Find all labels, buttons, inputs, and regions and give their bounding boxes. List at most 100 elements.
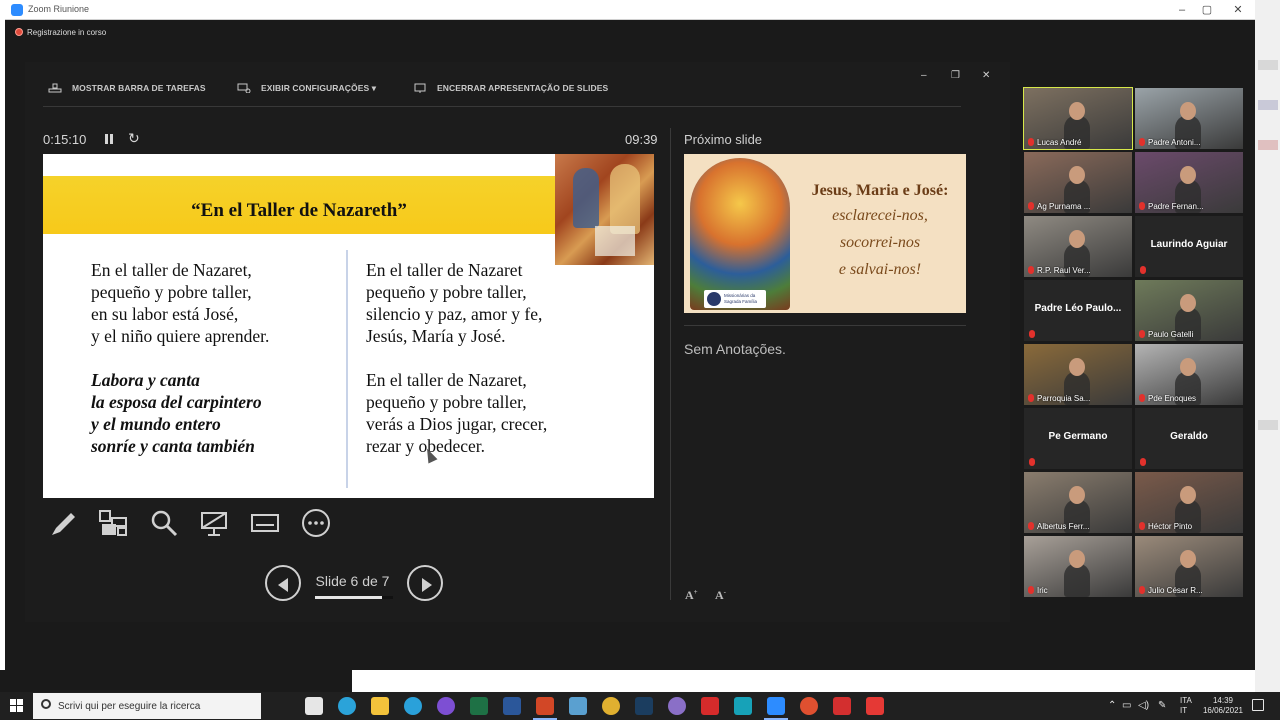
see-all-slides-icon[interactable]	[98, 508, 128, 538]
black-screen-icon[interactable]	[199, 508, 229, 538]
participant-tile[interactable]: Ag Purnama ...	[1024, 152, 1132, 213]
pane-divider[interactable]	[670, 128, 671, 600]
edge-icon[interactable]	[338, 697, 356, 715]
slideshow-icon	[414, 83, 426, 93]
participant-tile[interactable]: Albertus Ferr...	[1024, 472, 1132, 533]
app-red-icon[interactable]	[701, 697, 719, 715]
chrome-icon[interactable]	[602, 697, 620, 715]
monitor-settings-icon	[237, 83, 251, 93]
start-button[interactable]	[10, 699, 24, 713]
app-acrobat-icon[interactable]	[833, 697, 851, 715]
participant-name-text: Julio César R...	[1148, 586, 1203, 595]
slide-counter[interactable]: Slide 6 de 7	[310, 573, 395, 589]
zoom-icon[interactable]	[764, 697, 788, 720]
search-placeholder: Scrivi qui per eseguire la ricerca	[58, 701, 201, 712]
pen-tool-icon[interactable]	[49, 508, 79, 538]
arrow-right-icon	[422, 578, 432, 592]
speaker-notes[interactable]: Sem Anotações.	[684, 341, 786, 357]
taskbar-search[interactable]: Scrivi qui per eseguire la ricerca	[33, 693, 261, 719]
presenter-close-icon[interactable]: ✕	[982, 70, 990, 81]
muted-mic-icon	[1028, 522, 1034, 530]
toolbar-divider	[43, 106, 961, 107]
file-explorer-icon[interactable]	[371, 697, 389, 715]
decrease-font-icon[interactable]: A-	[715, 588, 726, 603]
powerpoint-icon[interactable]	[533, 697, 557, 720]
task-view-icon[interactable]	[272, 697, 290, 715]
tray-expand-icon[interactable]: ⌃	[1108, 700, 1116, 711]
participant-tile[interactable]: Padre Antoni...	[1135, 88, 1243, 149]
participant-tile[interactable]: Padre Fernan...	[1135, 152, 1243, 213]
participant-name-text: Lucas André	[1037, 138, 1082, 147]
participant-tile[interactable]: Pe Germano	[1024, 408, 1132, 469]
current-slide[interactable]: “En el Taller de Nazareth” En el taller …	[43, 154, 654, 498]
telegram-icon[interactable]	[404, 697, 422, 715]
presenter-minimize-icon[interactable]: –	[921, 70, 927, 81]
photos-icon[interactable]	[569, 697, 587, 715]
participant-tile[interactable]: Julio César R...	[1135, 536, 1243, 597]
taskbar-clock[interactable]: 14:39 16/06/2021	[1200, 696, 1246, 716]
elapsed-timer: 0:15:10	[43, 132, 87, 147]
next-slide-button[interactable]	[407, 565, 443, 601]
participant-name-text: Pde Enoques	[1148, 394, 1197, 403]
taskbar-date: 16/06/2021	[1202, 706, 1244, 715]
participant-tile[interactable]: Pde Enoques	[1135, 344, 1243, 405]
show-taskbar-button[interactable]: MOSTRAR BARRA DE TAREFAS	[48, 83, 206, 93]
muted-mic-icon	[1139, 330, 1145, 338]
recording-label: Registrazione in corso	[27, 28, 107, 37]
end-slideshow-button[interactable]: ENCERRAR APRESENTAÇÃO DE SLIDES	[413, 83, 608, 93]
participant-name-text: Ag Purnama ...	[1037, 202, 1091, 211]
right-verse-1: En el taller de Nazaret pequeño y pobre …	[366, 260, 543, 346]
notifications-icon[interactable]	[1252, 699, 1264, 711]
maximize-icon[interactable]: ▢	[1197, 2, 1217, 18]
pen-icon[interactable]: ✎	[1158, 700, 1166, 711]
next-slide-preview[interactable]: Missionárias da Sagrada Família Jesus, M…	[684, 154, 966, 313]
language-indicator[interactable]: ITA IT	[1180, 696, 1192, 716]
photoshop-icon[interactable]	[635, 697, 653, 715]
participant-name: Padre Antoni...	[1139, 138, 1200, 147]
close-icon[interactable]: ✕	[1228, 2, 1248, 18]
notes-divider	[684, 325, 966, 326]
zoom-slide-icon[interactable]	[149, 508, 179, 538]
pause-icon[interactable]	[105, 134, 115, 145]
participant-tile[interactable]: R.P. Raul Ver...	[1024, 216, 1132, 277]
subtitles-icon[interactable]	[250, 508, 280, 538]
recording-indicator[interactable]: Registrazione in corso	[15, 28, 106, 40]
display-settings-button[interactable]: EXIBIR CONFIGURAÇÕES ▾	[237, 83, 376, 94]
volume-icon[interactable]: ◁)	[1138, 700, 1149, 711]
participant-tile[interactable]: Parroquia Sa...	[1024, 344, 1132, 405]
participant-tile[interactable]: Paulo Gatelli	[1135, 280, 1243, 341]
record-icon	[15, 28, 23, 36]
restart-timer-icon[interactable]: ↻	[128, 130, 140, 147]
app-teal-icon[interactable]	[734, 697, 752, 715]
network-icon[interactable]: ▭	[1122, 700, 1131, 711]
participant-tile[interactable]: Lucas André	[1023, 87, 1133, 150]
store-icon[interactable]	[305, 697, 323, 715]
muted-mic-icon	[1028, 394, 1034, 402]
background-window	[0, 670, 352, 692]
more-options-icon[interactable]	[301, 508, 331, 538]
left-verse-2: Labora y canta la esposa del carpintero …	[91, 370, 262, 456]
increase-font-icon[interactable]: A+	[685, 588, 698, 603]
participant-name: Iric	[1028, 586, 1048, 595]
participant-tile[interactable]: Héctor Pinto	[1135, 472, 1243, 533]
minimize-icon[interactable]: –	[1172, 2, 1192, 18]
participant-tile[interactable]: Padre Léo Paulo...	[1024, 280, 1132, 341]
participant-tile[interactable]: Iric	[1024, 536, 1132, 597]
chrome-2-icon[interactable]	[800, 697, 818, 715]
participant-tile[interactable]: Laurindo Aguiar	[1135, 216, 1243, 277]
previous-slide-button[interactable]	[265, 565, 301, 601]
excel-icon[interactable]	[470, 697, 488, 715]
search-icon	[41, 699, 51, 709]
app-f-icon[interactable]	[668, 697, 686, 715]
current-time: 09:39	[625, 132, 658, 147]
next-slide-line-1: esclarecei-nos,	[832, 207, 928, 224]
participant-gallery: Lucas André Padre Antoni... Ag Purnama ...…	[1020, 87, 1245, 600]
app-purple-icon[interactable]	[437, 697, 455, 715]
participant-tile[interactable]: Geraldo	[1135, 408, 1243, 469]
presenter-restore-icon[interactable]: ❐	[951, 70, 960, 81]
participant-name: Ag Purnama ...	[1028, 202, 1090, 211]
display-settings-label: EXIBIR CONFIGURAÇÕES ▾	[261, 83, 377, 93]
arrow-left-icon	[278, 578, 288, 592]
word-icon[interactable]	[503, 697, 521, 715]
app-red-2-icon[interactable]	[866, 697, 884, 715]
